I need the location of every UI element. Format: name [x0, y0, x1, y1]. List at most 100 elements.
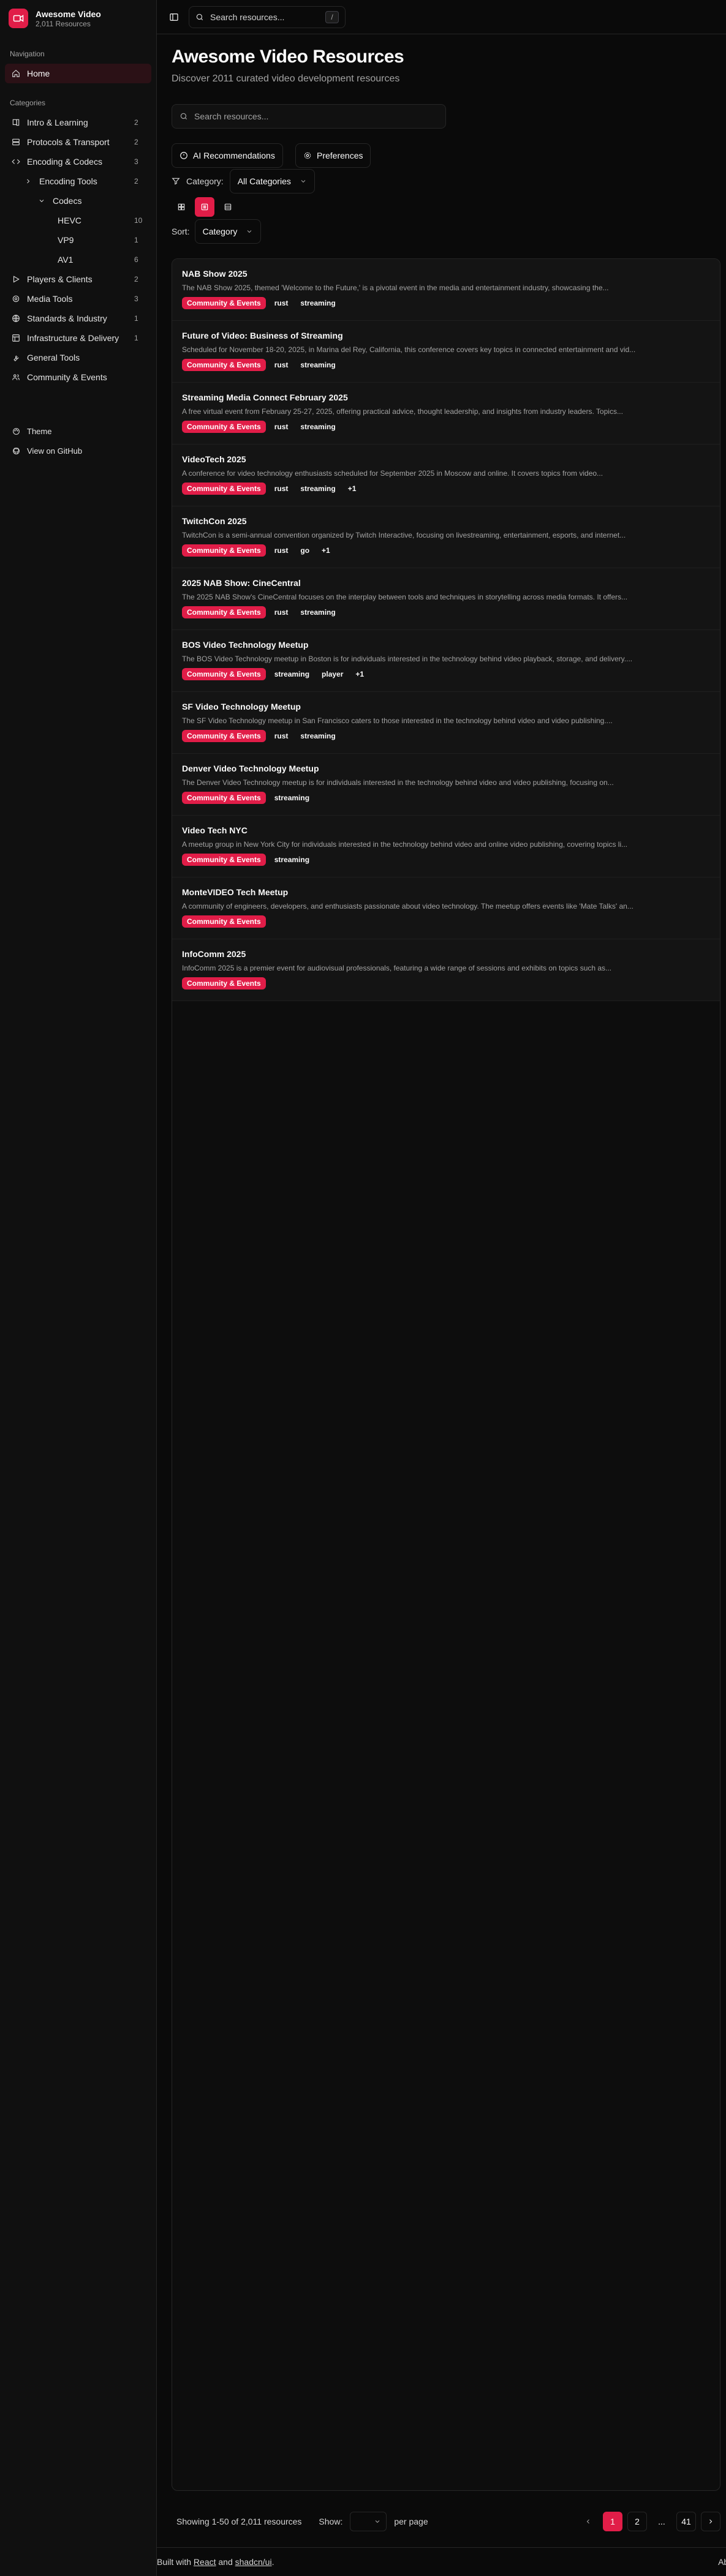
page-button-2[interactable]: 2: [627, 2512, 647, 2531]
category-badge[interactable]: Community & Events: [182, 297, 266, 309]
tag-badge[interactable]: rust: [271, 359, 292, 371]
next-page-button[interactable]: [701, 2512, 720, 2531]
tag-badge[interactable]: player: [318, 668, 347, 680]
sidebar-item-label: Media Tools: [27, 294, 73, 304]
resource-card[interactable]: BOS Video Technology Meetup The BOS Vide…: [172, 630, 720, 692]
sidebar-item-community-events[interactable]: Community & Events: [5, 367, 151, 387]
more-tags-badge[interactable]: +1: [318, 544, 334, 557]
category-badge[interactable]: Community & Events: [182, 483, 266, 495]
category-badge[interactable]: Community & Events: [182, 730, 266, 742]
shadcn-link[interactable]: shadcn/ui: [235, 2557, 272, 2567]
top-search-input[interactable]: Search resources... /: [189, 6, 346, 28]
search-icon: [180, 112, 188, 121]
category-badge[interactable]: Community & Events: [182, 606, 266, 618]
sidebar-item-hevc[interactable]: HEVC 10: [43, 211, 151, 230]
grid-view-button[interactable]: [172, 197, 191, 217]
compact-view-button[interactable]: [218, 197, 238, 217]
tag-badge[interactable]: rust: [271, 297, 292, 309]
category-select[interactable]: All Categories: [229, 169, 315, 193]
per-page-select[interactable]: [350, 2512, 387, 2531]
resource-title[interactable]: TwitchCon 2025: [182, 516, 710, 528]
resource-title[interactable]: Future of Video: Business of Streaming: [182, 331, 710, 343]
theme-button[interactable]: Theme: [5, 421, 151, 441]
category-badge[interactable]: Community & Events: [182, 792, 266, 804]
tag-badge[interactable]: rust: [271, 544, 292, 557]
category-badge[interactable]: Community & Events: [182, 668, 266, 680]
github-link[interactable]: View on GitHub: [5, 441, 151, 460]
previous-page-button[interactable]: [578, 2512, 598, 2531]
tag-badge[interactable]: streaming: [297, 297, 339, 309]
resource-title[interactable]: Video Tech NYC: [182, 825, 710, 838]
sidebar-item-codecs[interactable]: Codecs: [31, 191, 151, 211]
sort-select[interactable]: Category: [194, 219, 262, 244]
sidebar-item-players-clients[interactable]: Players & Clients 2: [5, 269, 151, 289]
resource-card[interactable]: Future of Video: Business of Streaming S…: [172, 321, 720, 383]
more-tags-badge[interactable]: +1: [352, 668, 368, 680]
tag-badge[interactable]: rust: [271, 483, 292, 495]
category-badge[interactable]: Community & Events: [182, 359, 266, 371]
resource-card[interactable]: Video Tech NYC A meetup group in New Yor…: [172, 816, 720, 877]
about-link[interactable]: Abo: [718, 2557, 726, 2567]
ai-recommendations-button[interactable]: AI Recommendations: [172, 143, 283, 168]
tag-badge[interactable]: streaming: [297, 730, 339, 742]
resource-tags: Community & Events rust streaming: [182, 606, 710, 618]
resource-title[interactable]: SF Video Technology Meetup: [182, 702, 710, 714]
list-view-button[interactable]: [195, 197, 214, 217]
tag-badge[interactable]: rust: [271, 421, 292, 433]
tag-badge[interactable]: rust: [271, 606, 292, 618]
sidebar-item-vp9[interactable]: VP9 1: [43, 230, 151, 250]
sidebar-toggle-button[interactable]: [165, 9, 183, 26]
resource-title[interactable]: NAB Show 2025: [182, 269, 710, 281]
search-input[interactable]: Search resources...: [172, 104, 446, 129]
category-badge[interactable]: Community & Events: [182, 421, 266, 433]
resource-card[interactable]: TwitchCon 2025 TwitchCon is a semi-annua…: [172, 506, 720, 568]
sidebar-item-protocols-transport[interactable]: Protocols & Transport 2: [5, 132, 151, 152]
sidebar-item-infrastructure-delivery[interactable]: Infrastructure & Delivery 1: [5, 328, 151, 348]
resource-title[interactable]: Denver Video Technology Meetup: [182, 764, 710, 776]
tag-badge[interactable]: rust: [271, 730, 292, 742]
tag-badge[interactable]: streaming: [297, 421, 339, 433]
sidebar-item-general-tools[interactable]: General Tools: [5, 348, 151, 367]
sidebar-item-encoding-tools[interactable]: Encoding Tools 2: [17, 171, 151, 191]
sidebar-item-intro-learning[interactable]: Intro & Learning 2: [5, 113, 151, 132]
sidebar-item-standards-industry[interactable]: Standards & Industry 1: [5, 309, 151, 328]
resource-card[interactable]: Streaming Media Connect February 2025 A …: [172, 383, 720, 445]
tag-badge[interactable]: streaming: [297, 483, 339, 495]
page-button-41[interactable]: 41: [676, 2512, 696, 2531]
resource-card[interactable]: NAB Show 2025 The NAB Show 2025, themed …: [172, 259, 720, 321]
resource-card[interactable]: Denver Video Technology Meetup The Denve…: [172, 754, 720, 816]
category-badge[interactable]: Community & Events: [182, 544, 266, 557]
per-page-label: Show:: [319, 2517, 343, 2526]
tag-badge[interactable]: streaming: [271, 792, 313, 804]
sidebar-item-media-tools[interactable]: Media Tools 3: [5, 289, 151, 309]
resource-card[interactable]: SF Video Technology Meetup The SF Video …: [172, 692, 720, 754]
tag-badge[interactable]: streaming: [297, 606, 339, 618]
resource-title[interactable]: 2025 NAB Show: CineCentral: [182, 578, 710, 590]
github-label: View on GitHub: [27, 446, 83, 456]
more-tags-badge[interactable]: +1: [344, 483, 360, 495]
resource-card[interactable]: VideoTech 2025 A conference for video te…: [172, 445, 720, 506]
brand[interactable]: Awesome Video 2,011 Resources: [0, 0, 156, 37]
react-link[interactable]: React: [194, 2557, 216, 2567]
category-badge[interactable]: Community & Events: [182, 854, 266, 866]
tag-badge[interactable]: streaming: [297, 359, 339, 371]
tag-badge[interactable]: go: [297, 544, 313, 557]
sidebar-item-home[interactable]: Home: [5, 64, 151, 83]
page-button-1[interactable]: 1: [603, 2512, 622, 2531]
resource-title[interactable]: InfoComm 2025: [182, 949, 710, 961]
resource-card[interactable]: 2025 NAB Show: CineCentral The 2025 NAB …: [172, 568, 720, 630]
resource-card[interactable]: InfoComm 2025 InfoComm 2025 is a premier…: [172, 939, 720, 1001]
preferences-button[interactable]: Preferences: [295, 143, 371, 168]
sidebar-item-encoding-codecs[interactable]: Encoding & Codecs 3: [5, 152, 151, 171]
tag-badge[interactable]: streaming: [271, 668, 313, 680]
category-badge[interactable]: Community & Events: [182, 977, 266, 989]
resource-title[interactable]: MonteVIDEO Tech Meetup: [182, 887, 710, 899]
category-badge[interactable]: Community & Events: [182, 915, 266, 928]
sidebar-item-av1[interactable]: AV1 6: [43, 250, 151, 269]
resource-tags: Community & Events streaming: [182, 854, 710, 866]
resource-title[interactable]: Streaming Media Connect February 2025: [182, 392, 710, 405]
tag-badge[interactable]: streaming: [271, 854, 313, 866]
resource-title[interactable]: VideoTech 2025: [182, 454, 710, 467]
resource-card[interactable]: MonteVIDEO Tech Meetup A community of en…: [172, 877, 720, 939]
resource-title[interactable]: BOS Video Technology Meetup: [182, 640, 710, 652]
